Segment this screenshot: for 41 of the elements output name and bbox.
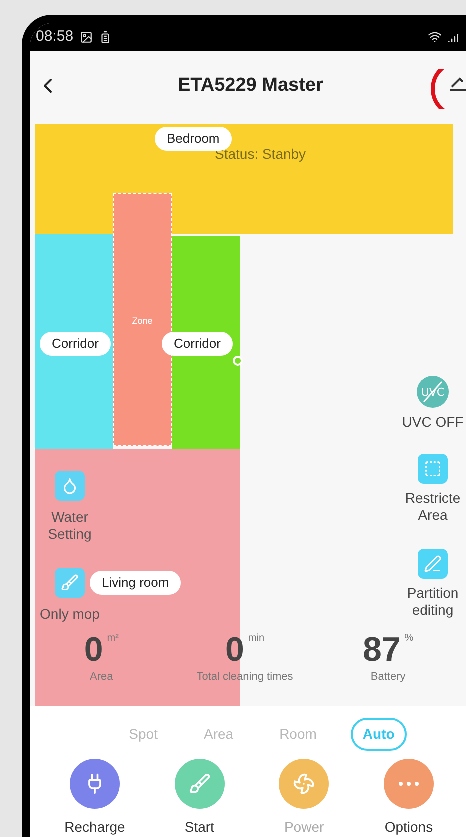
mode-tab[interactable]: Area xyxy=(192,718,246,751)
stat-unit: m² xyxy=(107,632,119,646)
room-label[interactable]: Living room xyxy=(90,571,182,594)
mode-tab[interactable]: Auto xyxy=(350,718,407,751)
dashed-square-icon[interactable] xyxy=(418,454,448,484)
brush-icon[interactable] xyxy=(55,568,85,598)
status-time: 08:58 xyxy=(36,26,74,47)
battery-icon xyxy=(98,30,112,44)
stat-label: Area xyxy=(90,670,114,685)
stat-value: 0 xyxy=(84,631,104,669)
control-label: UVC OFF xyxy=(402,414,464,431)
room-label[interactable]: Bedroom xyxy=(155,127,232,150)
action-label: Recharge xyxy=(64,818,126,837)
cleaning-zone[interactable]: Zone xyxy=(113,193,172,446)
pencil-icon[interactable] xyxy=(418,549,448,579)
image-icon xyxy=(80,30,93,44)
broom-icon xyxy=(188,773,211,795)
control-label: Restricte Area xyxy=(405,490,461,524)
stat-label: Battery xyxy=(370,670,406,685)
fan-icon xyxy=(293,773,316,795)
control-label: Only mop xyxy=(40,606,100,623)
action-label: Power xyxy=(284,818,324,837)
room-label[interactable]: Corridor xyxy=(40,332,111,356)
edit-icon[interactable] xyxy=(430,69,466,109)
more-icon xyxy=(398,782,419,786)
stat-unit: min xyxy=(248,632,265,646)
control-label: Water Setting xyxy=(47,509,93,543)
mode-tab[interactable]: Room xyxy=(268,718,329,751)
zone-label: Zone xyxy=(132,315,153,328)
stat-value: 87 xyxy=(362,631,401,669)
page-title: ETA5229 Master xyxy=(178,74,324,98)
stat-value: 0 xyxy=(225,631,244,669)
stat-unit: % xyxy=(404,632,414,646)
action-button[interactable] xyxy=(70,759,120,809)
mode-tab[interactable]: Spot xyxy=(117,718,170,751)
room-label[interactable]: Corridor xyxy=(162,332,233,356)
water-drop-icon[interactable] xyxy=(55,471,85,501)
action-label: Start xyxy=(184,818,214,837)
wifi-icon xyxy=(428,30,442,44)
control-label: Partition editing xyxy=(407,585,459,619)
action-label: Options xyxy=(384,818,434,837)
